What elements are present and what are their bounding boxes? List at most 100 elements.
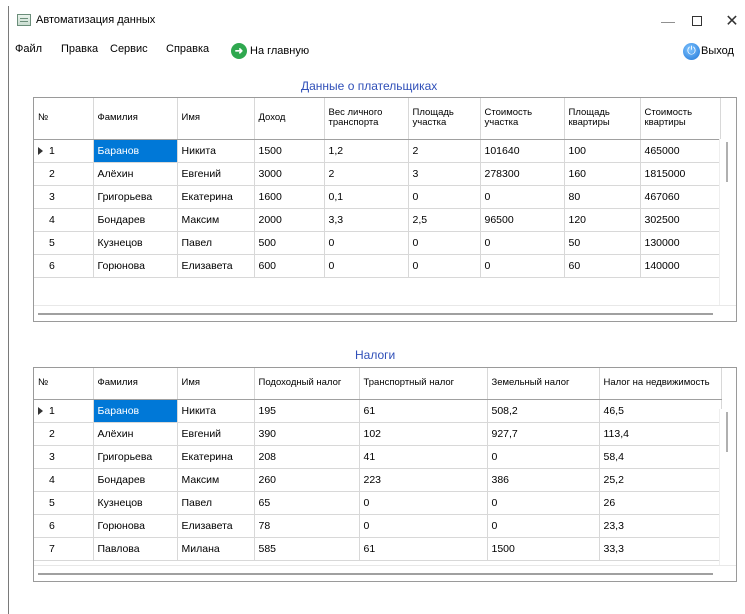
- payers-cell[interactable]: 2: [324, 162, 409, 186]
- payers-cell[interactable]: 2: [408, 139, 481, 163]
- taxes-cell[interactable]: Бондарев: [93, 468, 178, 492]
- payers-vertical-scrollbar[interactable]: [719, 139, 736, 306]
- payers-column-header[interactable]: Фамилия: [93, 98, 178, 140]
- payers-cell[interactable]: 100: [564, 139, 641, 163]
- payers-cell[interactable]: 120: [564, 208, 641, 232]
- payers-column-header[interactable]: Стоимость участка: [480, 98, 565, 140]
- taxes-cell[interactable]: 927,7: [487, 422, 600, 446]
- taxes-table-row[interactable]: 4 Бондарев Максим 260 223 386 25,2: [34, 468, 722, 492]
- payers-cell[interactable]: 467060: [640, 185, 721, 209]
- taxes-cell[interactable]: Максим: [177, 468, 255, 492]
- taxes-cell[interactable]: 46,5: [599, 399, 722, 423]
- taxes-cell[interactable]: 0: [359, 514, 488, 538]
- payers-cell[interactable]: 302500: [640, 208, 721, 232]
- payers-cell[interactable]: 160: [564, 162, 641, 186]
- payers-column-header[interactable]: Стоимость квартиры: [640, 98, 721, 140]
- payers-row-header[interactable]: 4: [34, 208, 94, 232]
- payers-table-row[interactable]: 3 Григорьева Екатерина 1600 0,1 0 0 80 467060: [34, 185, 721, 209]
- taxes-row-header[interactable]: 2: [34, 422, 94, 446]
- payers-cell[interactable]: 0: [480, 254, 565, 278]
- payers-cell[interactable]: Баранов: [93, 139, 178, 163]
- taxes-cell[interactable]: Екатерина: [177, 445, 255, 469]
- taxes-vertical-scrollbar[interactable]: [719, 409, 736, 567]
- payers-table-row[interactable]: 6 Горюнова Елизавета 600 0 0 0 60 140000: [34, 254, 721, 278]
- taxes-cell[interactable]: 61: [359, 399, 488, 423]
- close-button[interactable]: ✕: [709, 9, 745, 33]
- taxes-cell[interactable]: 41: [359, 445, 488, 469]
- taxes-cell[interactable]: 223: [359, 468, 488, 492]
- payers-cell[interactable]: Павел: [177, 231, 255, 255]
- payers-cell[interactable]: Максим: [177, 208, 255, 232]
- payers-table-row[interactable]: 2 Алёхин Евгений 3000 2 3 278300 160 1815000: [34, 162, 721, 186]
- taxes-cell[interactable]: 58,4: [599, 445, 722, 469]
- taxes-cell[interactable]: Павел: [177, 491, 255, 515]
- taxes-cell[interactable]: Евгений: [177, 422, 255, 446]
- taxes-column-header[interactable]: Подоходный налог: [254, 368, 360, 400]
- taxes-cell[interactable]: 61: [359, 537, 488, 561]
- exit-button[interactable]: ⏻ Выход: [683, 42, 734, 60]
- taxes-row-header[interactable]: 3: [34, 445, 94, 469]
- payers-cell[interactable]: 0,1: [324, 185, 409, 209]
- payers-cell[interactable]: 3000: [254, 162, 325, 186]
- taxes-cell[interactable]: Григорьева: [93, 445, 178, 469]
- taxes-cell[interactable]: 0: [487, 491, 600, 515]
- taxes-cell[interactable]: 26: [599, 491, 722, 515]
- payers-cell[interactable]: 2,5: [408, 208, 481, 232]
- taxes-cell[interactable]: 65: [254, 491, 360, 515]
- payers-horizontal-scroll-thumb[interactable]: [38, 313, 713, 315]
- payers-cell[interactable]: 130000: [640, 231, 721, 255]
- payers-cell[interactable]: Бондарев: [93, 208, 178, 232]
- taxes-cell[interactable]: 260: [254, 468, 360, 492]
- taxes-table-row[interactable]: 2 Алёхин Евгений 390 102 927,7 113,4: [34, 422, 722, 446]
- taxes-cell[interactable]: 585: [254, 537, 360, 561]
- taxes-cell[interactable]: 386: [487, 468, 600, 492]
- payers-cell[interactable]: 1500: [254, 139, 325, 163]
- payers-row-header[interactable]: 3: [34, 185, 94, 209]
- taxes-cell[interactable]: 1500: [487, 537, 600, 561]
- payers-cell[interactable]: 50: [564, 231, 641, 255]
- taxes-cell[interactable]: Милана: [177, 537, 255, 561]
- taxes-cell[interactable]: 208: [254, 445, 360, 469]
- payers-cell[interactable]: 3,3: [324, 208, 409, 232]
- payers-row-header[interactable]: 1: [34, 139, 94, 163]
- taxes-cell[interactable]: 33,3: [599, 537, 722, 561]
- payers-cell[interactable]: 3: [408, 162, 481, 186]
- payers-cell[interactable]: 0: [408, 231, 481, 255]
- taxes-cell[interactable]: 195: [254, 399, 360, 423]
- taxes-row-header[interactable]: 5: [34, 491, 94, 515]
- taxes-column-header[interactable]: Транспортный налог: [359, 368, 488, 400]
- taxes-table-row[interactable]: 5 Кузнецов Павел 65 0 0 26: [34, 491, 722, 515]
- payers-row-header[interactable]: 2: [34, 162, 94, 186]
- payers-cell[interactable]: 80: [564, 185, 641, 209]
- payers-row-header[interactable]: 5: [34, 231, 94, 255]
- payers-table-row[interactable]: 5 Кузнецов Павел 500 0 0 0 50 130000: [34, 231, 721, 255]
- payers-cell[interactable]: 600: [254, 254, 325, 278]
- payers-cell[interactable]: 0: [324, 254, 409, 278]
- payers-cell[interactable]: Елизавета: [177, 254, 255, 278]
- taxes-row-header[interactable]: 1: [34, 399, 94, 423]
- taxes-cell[interactable]: 0: [487, 445, 600, 469]
- payers-cell[interactable]: 0: [480, 231, 565, 255]
- payers-column-header[interactable]: №: [34, 98, 94, 140]
- taxes-cell[interactable]: Алёхин: [93, 422, 178, 446]
- payers-cell[interactable]: 2000: [254, 208, 325, 232]
- taxes-cell[interactable]: 23,3: [599, 514, 722, 538]
- taxes-table-row[interactable]: 1 Баранов Никита 195 61 508,2 46,5: [34, 399, 722, 423]
- payers-column-header[interactable]: Площадь участка: [408, 98, 481, 140]
- taxes-cell[interactable]: 390: [254, 422, 360, 446]
- taxes-cell[interactable]: 102: [359, 422, 488, 446]
- payers-cell[interactable]: 1600: [254, 185, 325, 209]
- payers-cell[interactable]: Екатерина: [177, 185, 255, 209]
- taxes-cell[interactable]: 25,2: [599, 468, 722, 492]
- payers-vertical-scroll-thumb[interactable]: [726, 142, 728, 182]
- taxes-cell[interactable]: Горюнова: [93, 514, 178, 538]
- menu-edit[interactable]: Правка: [61, 43, 98, 55]
- payers-cell[interactable]: 0: [408, 185, 481, 209]
- taxes-cell[interactable]: Баранов: [93, 399, 178, 423]
- taxes-grid[interactable]: № Фамилия Имя Подоходный налог Транспортный …: [33, 367, 737, 582]
- taxes-column-header[interactable]: Земельный налог: [487, 368, 600, 400]
- payers-cell[interactable]: 0: [408, 254, 481, 278]
- taxes-cell[interactable]: Елизавета: [177, 514, 255, 538]
- payers-cell[interactable]: 0: [480, 185, 565, 209]
- payers-table-row[interactable]: 4 Бондарев Максим 2000 3,3 2,5 96500 120 302500: [34, 208, 721, 232]
